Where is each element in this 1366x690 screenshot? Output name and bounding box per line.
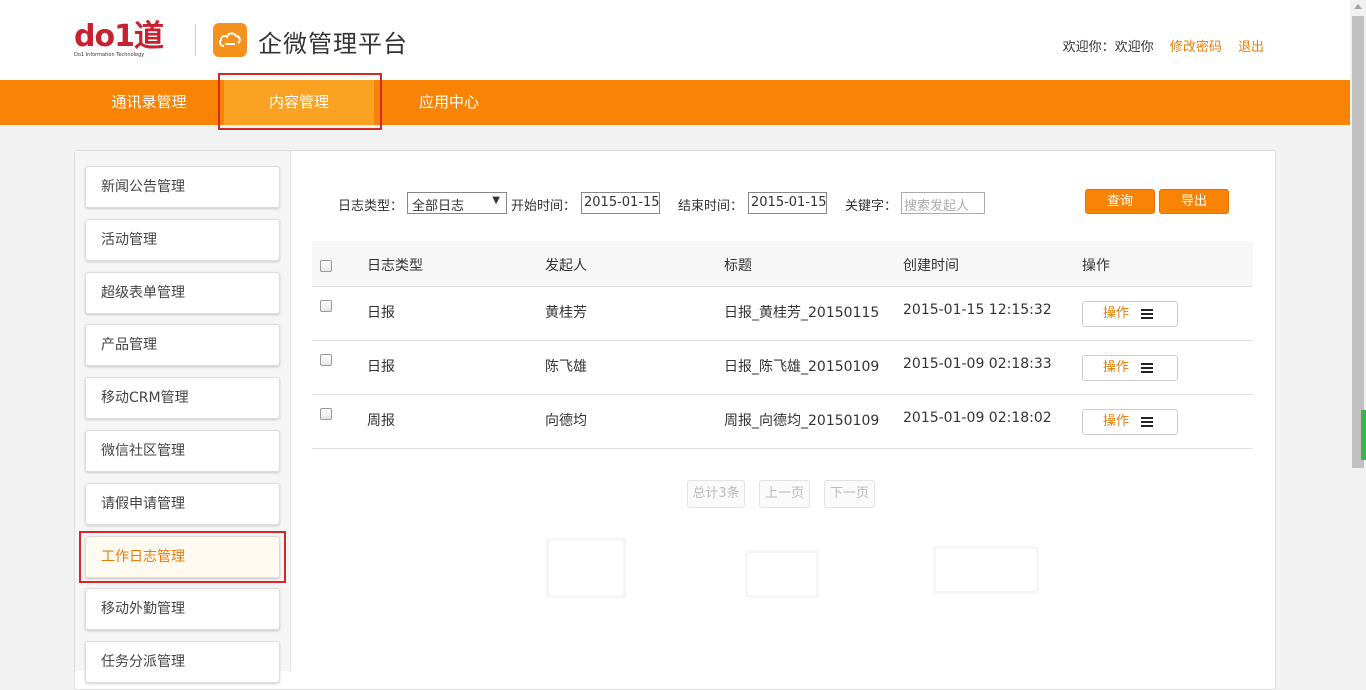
row-action-label: 操作 — [1103, 306, 1130, 321]
sidebar-item-field[interactable]: 移动外勤管理 — [85, 588, 280, 630]
side-tab-marker[interactable] — [1361, 410, 1366, 460]
scroll-thumb[interactable] — [1352, 16, 1364, 468]
log-type-select[interactable]: 全部日志 ▼ — [407, 192, 507, 214]
export-button[interactable]: 导出 — [1159, 189, 1229, 214]
row-action-label: 操作 — [1103, 360, 1130, 375]
row-checkbox[interactable] — [320, 300, 332, 312]
prev-page-button[interactable]: 上一页 — [759, 480, 810, 508]
header: do1道 Do1 Information Technology 企微管理平台 欢… — [0, 0, 1350, 80]
row-action-button[interactable]: 操作 — [1082, 355, 1178, 381]
row-log-type: 日报 — [367, 305, 395, 321]
sidebar-highlight-box — [79, 531, 286, 583]
page-scrollbar[interactable] — [1350, 0, 1366, 666]
start-time-label: 开始时间： — [511, 199, 577, 214]
menu-icon — [1141, 417, 1153, 427]
nav-contacts[interactable]: 通讯录管理 — [74, 80, 224, 125]
log-type-label: 日志类型： — [338, 199, 404, 214]
faint-decoration — [745, 550, 819, 598]
sidebar-item-news[interactable]: 新闻公告管理 — [85, 166, 280, 208]
nav-app-center[interactable]: 应用中心 — [374, 80, 524, 125]
cloud-icon — [213, 23, 247, 57]
row-log-type: 周报 — [367, 413, 395, 429]
row-title: 周报_向德均_20150109 — [724, 413, 880, 429]
logo-subtext: Do1 Information Technology — [74, 52, 145, 58]
sidebar-item-activity[interactable]: 活动管理 — [85, 219, 280, 261]
faint-decoration — [933, 546, 1039, 594]
query-button[interactable]: 查询 — [1085, 189, 1155, 214]
select-all-checkbox[interactable] — [320, 260, 332, 272]
logout-link[interactable]: 退出 — [1238, 40, 1264, 55]
row-created: 2015-01-09 02:18:33 — [903, 356, 1052, 372]
table-header: 日志类型 发起人 标题 创建时间 操作 — [312, 241, 1253, 287]
scroll-up-arrow-icon[interactable] — [1354, 4, 1362, 9]
header-initiator: 发起人 — [545, 258, 587, 274]
faint-decoration — [546, 538, 626, 598]
table-row: 日报 陈飞雄 日报_陈飞雄_20150109 2015-01-09 02:18:… — [312, 341, 1253, 395]
table-row: 日报 黄桂芳 日报_黄桂芳_20150115 2015-01-15 12:15:… — [312, 287, 1253, 341]
row-initiator: 陈飞雄 — [545, 359, 587, 375]
company-logo: do1道 Do1 Information Technology — [74, 19, 182, 59]
sidebar-item-product[interactable]: 产品管理 — [85, 324, 280, 366]
keyword-input[interactable]: 搜索发起人 — [901, 192, 985, 214]
row-initiator: 黄桂芳 — [545, 305, 587, 321]
row-checkbox[interactable] — [320, 354, 332, 366]
start-time-input[interactable]: 2015-01-15 — [581, 192, 660, 214]
next-page-button[interactable]: 下一页 — [824, 480, 875, 508]
row-action-label: 操作 — [1103, 414, 1130, 429]
keyword-label: 关键字： — [845, 199, 898, 214]
row-action-button[interactable]: 操作 — [1082, 409, 1178, 435]
dropdown-arrow-icon: ▼ — [492, 195, 500, 206]
sidebar-item-community[interactable]: 微信社区管理 — [85, 430, 280, 472]
row-created: 2015-01-09 02:18:02 — [903, 410, 1052, 426]
header-title: 标题 — [724, 258, 752, 274]
sidebar-item-leave[interactable]: 请假申请管理 — [85, 483, 280, 525]
row-created: 2015-01-15 12:15:32 — [903, 302, 1052, 318]
nav-highlight-box — [218, 73, 382, 130]
logo-text: do1道 — [74, 19, 164, 54]
end-time-label: 结束时间： — [678, 199, 744, 214]
welcome-text: 欢迎你：欢迎你 — [1062, 40, 1154, 55]
user-area: 欢迎你：欢迎你 修改密码 退出 — [1063, 36, 1264, 55]
row-initiator: 向德均 — [545, 413, 587, 429]
row-title: 日报_陈飞雄_20150109 — [724, 359, 880, 375]
row-action-button[interactable]: 操作 — [1082, 301, 1178, 327]
main-nav: 通讯录管理 内容管理 应用中心 — [0, 80, 1350, 125]
app-title: 企微管理平台 — [258, 30, 408, 58]
pagination-total: 总计3条 — [687, 480, 745, 508]
header-action: 操作 — [1082, 258, 1110, 274]
header-log-type: 日志类型 — [367, 258, 423, 274]
log-type-value: 全部日志 — [412, 199, 465, 214]
row-log-type: 日报 — [367, 359, 395, 375]
sidebar-item-task[interactable]: 任务分派管理 — [85, 641, 280, 683]
change-password-link[interactable]: 修改密码 — [1170, 40, 1222, 55]
end-time-input[interactable]: 2015-01-15 — [748, 192, 827, 214]
sidebar-item-super-form[interactable]: 超级表单管理 — [85, 272, 280, 314]
row-checkbox[interactable] — [320, 408, 332, 420]
menu-icon — [1141, 309, 1153, 319]
menu-icon — [1141, 363, 1153, 373]
row-title: 日报_黄桂芳_20150115 — [724, 305, 880, 321]
sidebar-item-crm[interactable]: 移动CRM管理 — [85, 377, 280, 419]
header-divider — [195, 24, 196, 56]
table-row: 周报 向德均 周报_向德均_20150109 2015-01-09 02:18:… — [312, 395, 1253, 449]
header-created: 创建时间 — [903, 258, 959, 274]
